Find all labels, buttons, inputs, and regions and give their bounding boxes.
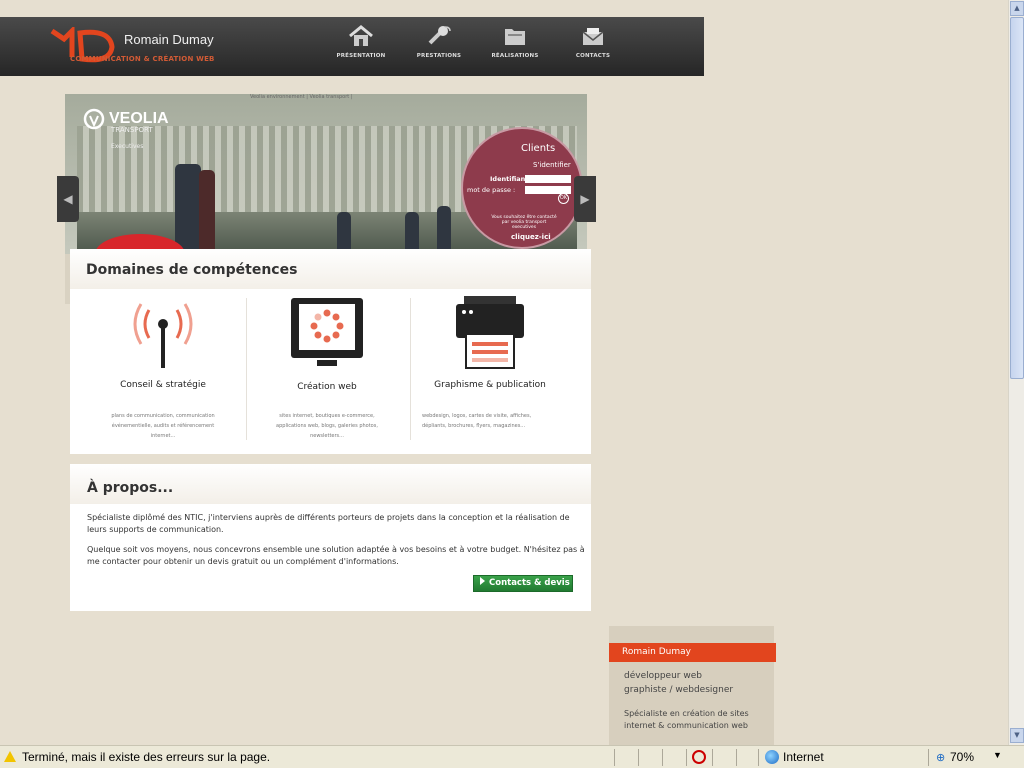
site-name[interactable]: Romain Dumay	[124, 32, 214, 47]
about-paragraph-1: Spécialiste diplômé des NTIC, j'intervie…	[87, 513, 570, 534]
browser-status-bar: Terminé, mais il existe des erreurs sur …	[0, 745, 1024, 768]
warning-icon[interactable]	[4, 751, 16, 762]
folder-icon	[505, 29, 525, 45]
clients-link: cliquez-ici	[511, 233, 551, 241]
nav-label: CONTACTS	[575, 53, 611, 59]
clients-login-field	[525, 175, 571, 183]
tools-icon	[428, 26, 451, 45]
clients-title: Clients	[521, 143, 556, 154]
skill-title: Graphisme & publication	[434, 380, 546, 390]
contacts-devis-button[interactable]: Contacts & devis	[473, 575, 573, 592]
veolia-logo-icon	[83, 108, 105, 130]
printer-icon	[456, 296, 524, 369]
scroll-thumb[interactable]	[1010, 17, 1024, 379]
skill-desc: plans de communication, communication év…	[111, 413, 215, 439]
clients-password-label: mot de passe :	[467, 186, 516, 194]
security-zone[interactable]: Internet	[783, 750, 824, 764]
button-label: Contacts & devis	[489, 578, 570, 588]
internet-zone-icon	[765, 750, 779, 764]
skill-desc: webdesign, logos, cartes de visite, affi…	[422, 413, 532, 429]
slide-image[interactable]: Veolia environnement | Veolia transport …	[65, 94, 587, 254]
profile-card: Romain Dumay développeur web graphiste /…	[609, 626, 776, 746]
about-paragraph-2: Quelque soit vos moyens, nous concevrons…	[87, 545, 585, 566]
nav-label: PRÉSENTATION	[336, 53, 386, 59]
profile-spec-1: Spécialiste en création de sites	[624, 709, 749, 718]
mail-icon	[582, 28, 604, 45]
clients-note: Vous souhaitez être contacté par veolia …	[491, 215, 557, 230]
nav-label: RÉALISATIONS	[491, 53, 539, 59]
clients-signin: S'identifier	[533, 161, 571, 169]
nav-label: PRESTATIONS	[416, 53, 462, 59]
skill-desc: sites internet, boutiques e-commerce, ap…	[276, 413, 378, 439]
scroll-up-button[interactable]: ▲	[1010, 1, 1024, 16]
profile-role-2: graphiste / webdesigner	[624, 685, 734, 695]
status-message: Terminé, mais il existe des erreurs sur …	[22, 750, 271, 764]
site-header: Romain Dumay COMMUNICATION & CRÉATION WE…	[0, 17, 704, 76]
nav-presentation[interactable]: PRÉSENTATION	[326, 17, 396, 76]
skill-strategy[interactable]: Conseil & stratégie plans de communicati…	[83, 296, 243, 439]
zoom-level[interactable]: 70%	[950, 750, 974, 764]
nav-prestations[interactable]: PRESTATIONS	[404, 17, 474, 76]
slider-next-button[interactable]: ▶	[574, 176, 596, 222]
home-icon	[349, 25, 373, 46]
play-icon	[480, 577, 485, 585]
scroll-down-button[interactable]: ▼	[1010, 728, 1024, 743]
slide-brand-sub: TRANSPORT	[111, 126, 153, 134]
skill-title: Conseil & stratégie	[120, 380, 206, 390]
skill-web[interactable]: Création web sites internet, boutiques e…	[247, 296, 407, 439]
monitor-icon	[291, 298, 363, 366]
clients-login-badge: Clients S'identifier Identifiant : mot d…	[461, 127, 583, 249]
zoom-dropdown-icon[interactable]: ▼	[993, 750, 1002, 760]
privacy-icon[interactable]	[692, 750, 706, 764]
slider-prev-button[interactable]: ◀	[57, 176, 79, 222]
zoom-icon: ⊕	[936, 752, 946, 764]
skill-title: Création web	[297, 382, 357, 392]
nav-realisations[interactable]: RÉALISATIONS	[480, 17, 550, 76]
profile-role-1: développeur web	[624, 671, 702, 681]
profile-spec-2: internet & communication web	[624, 721, 748, 730]
site-tagline: COMMUNICATION & CRÉATION WEB	[70, 55, 215, 63]
antenna-icon	[133, 303, 193, 368]
vertical-scrollbar[interactable]: ▲ ▼	[1008, 0, 1024, 745]
about-title: À propos...	[87, 480, 174, 496]
slide-brand-exec: Executives	[111, 143, 144, 150]
nav-contacts[interactable]: CONTACTS	[558, 17, 628, 76]
skill-graphics[interactable]: Graphisme & publication webdesign, logos…	[410, 296, 570, 429]
skills-title: Domaines de compétences	[86, 262, 298, 278]
clients-ok: OK	[558, 193, 569, 204]
profile-name[interactable]: Romain Dumay	[609, 643, 776, 662]
slide-breadcrumb: Veolia environnement | Veolia transport …	[250, 94, 353, 100]
